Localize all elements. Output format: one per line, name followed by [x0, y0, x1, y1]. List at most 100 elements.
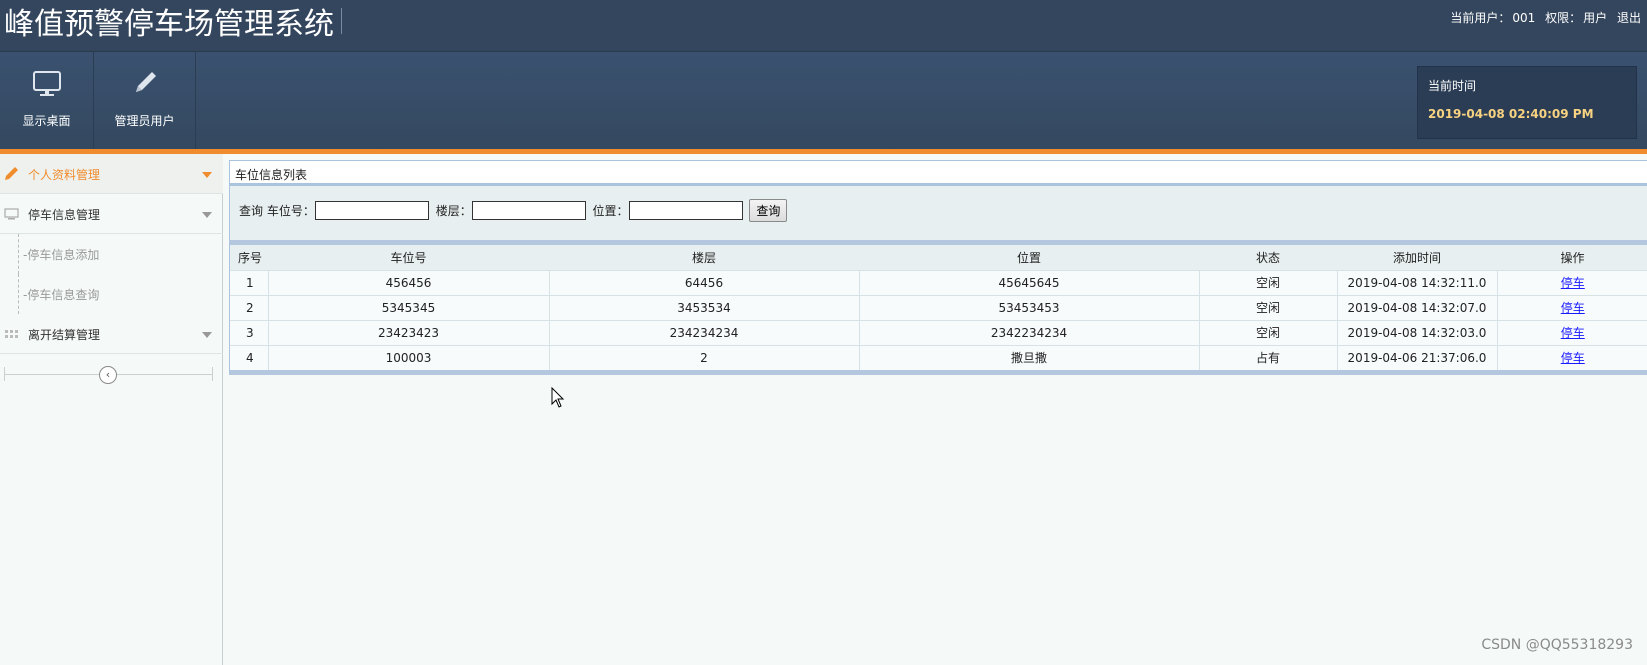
column-header: 楼层 — [549, 245, 859, 270]
table-header-row: 序号 车位号 楼层 位置 状态 添加时间 操作 — [230, 245, 1647, 270]
sidebar-menu-label: 离开结算管理 — [28, 328, 101, 342]
table-cell: 45645645 — [859, 269, 1200, 295]
location-label: 位置： — [592, 204, 629, 218]
table-cell: 停车 — [1497, 294, 1647, 320]
column-header: 车位号 — [268, 245, 549, 270]
floor-label: 楼层： — [435, 204, 472, 218]
sidebar-menu-label: 停车信息管理 — [28, 208, 101, 222]
table-cell: 撒旦撒 — [859, 344, 1200, 370]
location-input[interactable] — [628, 201, 743, 220]
table-cell: 2019-04-08 14:32:03.0 — [1337, 319, 1498, 345]
column-header: 操作 — [1497, 245, 1647, 270]
column-header: 状态 — [1199, 245, 1337, 270]
caret-down-icon — [202, 172, 212, 178]
mouse-cursor-icon — [551, 387, 565, 408]
caret-down-icon — [202, 332, 212, 338]
current-time-box: 当前时间 2019-04-08 02:40:09 PM — [1417, 66, 1637, 139]
park-link[interactable]: 停车 — [1561, 301, 1585, 315]
nav-item-show-desktop[interactable]: 显示桌面 — [0, 52, 94, 149]
role-value: 用户 — [1583, 11, 1608, 25]
column-header: 添加时间 — [1337, 245, 1497, 270]
nav-label-show-desktop: 显示桌面 — [22, 114, 71, 128]
park-link[interactable]: 停车 — [1561, 326, 1585, 340]
divider — [4, 367, 5, 381]
grid-icon — [5, 330, 18, 338]
table-cell: 23423423 — [268, 319, 550, 345]
panel-title: 车位信息列表 — [235, 168, 308, 182]
table-cell: 4 — [230, 344, 269, 370]
sidebar-item-parking-add[interactable]: -停车信息添加 — [18, 234, 223, 274]
sidebar-item-label: -停车信息添加 — [23, 248, 100, 262]
table-cell: 53453453 — [859, 294, 1200, 320]
nav-bar: 显示桌面 管理员用户 当前时间 2019-04-08 02:40:09 PM — [0, 52, 1647, 149]
monitor-icon — [4, 208, 19, 220]
sidebar-item-text: 停车信息添加 — [27, 248, 100, 262]
table-cell: 1 — [230, 269, 269, 295]
sidebar-menu-profile[interactable]: 个人资料管理 — [0, 154, 223, 194]
app-title: 峰值预警停车场管理系统 — [4, 7, 334, 42]
park-link[interactable]: 停车 — [1561, 351, 1585, 365]
user-info: 当前用户： 001 权限： 用户 退出 — [1448, 9, 1641, 26]
table-cell: 2342234234 — [859, 319, 1200, 345]
divider — [212, 367, 213, 381]
table-cell: 空闲 — [1199, 319, 1338, 345]
park-link[interactable]: 停车 — [1561, 276, 1585, 290]
sidebar-item-label: -停车信息查询 — [23, 288, 100, 302]
table-cell: 2019-04-08 14:32:11.0 — [1337, 269, 1498, 295]
column-header: 序号 — [230, 245, 268, 270]
parking-table: 序号 车位号 楼层 位置 状态 添加时间 操作 1 456456 64456 4… — [230, 245, 1647, 370]
parking-table-wrap: 序号 车位号 楼层 位置 状态 添加时间 操作 1 456456 64456 4… — [229, 240, 1647, 375]
table-row: 2 5345345 3453534 53453453 空闲 2019-04-08… — [230, 294, 1647, 320]
table-cell: 3 — [230, 319, 269, 345]
parking-spot-panel: 车位信息列表 查询 车位号： 楼层： 位置： 查询 序号 车位号 楼层 位置 状… — [229, 160, 1647, 376]
table-cell: 2019-04-08 14:32:07.0 — [1337, 294, 1498, 320]
column-header: 位置 — [859, 245, 1199, 270]
table-row: 4 100003 2 撒旦撒 占有 2019-04-06 21:37:06.0 … — [230, 344, 1647, 370]
search-form: 查询 车位号： 楼层： 位置： 查询 — [239, 199, 788, 222]
table-cell: 停车 — [1497, 319, 1647, 345]
table-cell: 2019-04-06 21:37:06.0 — [1337, 344, 1498, 370]
search-prefix-label: 查询 — [239, 204, 264, 218]
spot-number-input[interactable] — [314, 201, 429, 220]
caret-down-icon — [202, 212, 212, 218]
sidebar-menu-label: 个人资料管理 — [28, 168, 101, 182]
sidebar-menu-parking-info[interactable]: 停车信息管理 — [0, 194, 223, 234]
sidebar-item-text: 停车信息查询 — [27, 288, 100, 302]
current-time-value: 2019-04-08 02:40:09 PM — [1428, 107, 1594, 121]
chevron-left-icon[interactable]: ‹ — [99, 366, 117, 384]
search-area: 查询 车位号： 楼层： 位置： 查询 — [229, 184, 1647, 240]
sidebar-item-parking-query[interactable]: -停车信息查询 — [18, 274, 223, 314]
table-cell: 3453534 — [549, 294, 860, 320]
table-cell: 100003 — [268, 344, 550, 370]
accent-strip — [0, 149, 1647, 154]
nav-label-admin-user: 管理员用户 — [114, 114, 175, 128]
spot-number-label: 车位号： — [266, 204, 315, 218]
sidebar: 个人资料管理 停车信息管理 -停车信息添加 -停车信息查询 离开结算管理 ‹ — [0, 154, 223, 665]
watermark: CSDN @QQ55318293 — [1481, 637, 1633, 653]
table-row: 1 456456 64456 45645645 空闲 2019-04-08 14… — [230, 269, 1647, 295]
table-row: 3 23423423 234234234 2342234234 空闲 2019-… — [230, 319, 1647, 345]
current-user-value: 001 — [1512, 11, 1536, 25]
nav-item-admin-user[interactable]: 管理员用户 — [94, 52, 196, 149]
table-cell: 2 — [549, 344, 860, 370]
monitor-icon — [32, 71, 61, 96]
pencil-icon — [5, 167, 18, 180]
sidebar-menu-checkout[interactable]: 离开结算管理 — [0, 314, 223, 354]
search-button[interactable]: 查询 — [749, 199, 788, 222]
table-cell: 停车 — [1497, 269, 1647, 295]
floor-input[interactable] — [471, 201, 586, 220]
current-user-label: 当前用户： — [1450, 11, 1511, 25]
current-time-label: 当前时间 — [1428, 79, 1477, 93]
panel-title-bar: 车位信息列表 — [229, 160, 1647, 184]
logout-link[interactable]: 退出 — [1617, 11, 1641, 25]
table-cell: 2 — [230, 294, 269, 320]
table-cell: 停车 — [1497, 344, 1647, 370]
table-cell: 占有 — [1199, 344, 1338, 370]
table-cell: 空闲 — [1199, 269, 1338, 295]
table-cell: 64456 — [549, 269, 860, 295]
table-cell: 空闲 — [1199, 294, 1338, 320]
top-bar: 峰值预警停车场管理系统 当前用户： 001 权限： 用户 退出 — [0, 0, 1647, 52]
table-cell: 234234234 — [549, 319, 860, 345]
table-cell: 456456 — [268, 269, 550, 295]
title-separator — [341, 8, 342, 34]
